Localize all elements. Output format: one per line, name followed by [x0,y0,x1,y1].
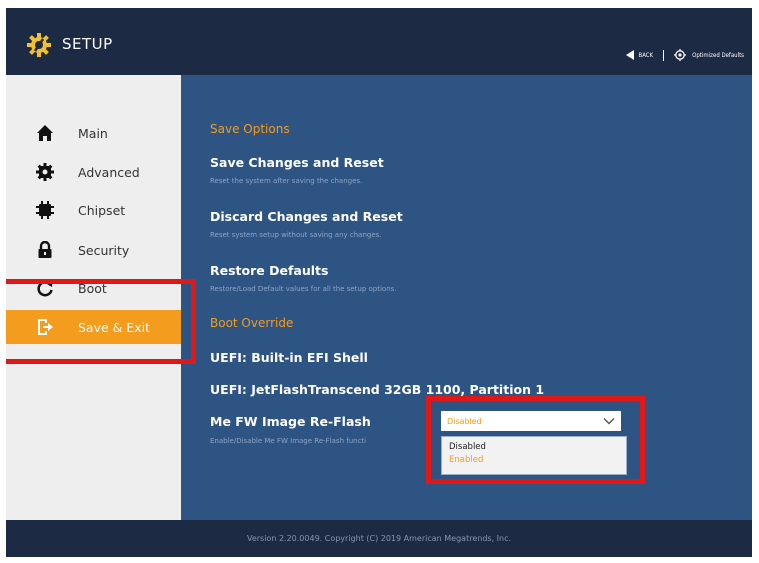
header-divider [663,49,665,61]
dropdown-highlight-box [426,396,645,484]
me-fw-reflash-desc: Enable/Disable Me FW Image Re-Flash func… [210,437,367,445]
boot-option-efi-shell[interactable]: UEFI: Built-in EFI Shell [210,350,368,365]
header-actions: BACK Optimized Defaults [625,48,744,62]
sidebar-item-label: Main [78,125,108,141]
sidebar-highlight-box [6,279,196,364]
sidebar-item-security[interactable]: Security [6,233,181,267]
gear-icon [35,162,55,182]
save-changes-reset-desc: Reset the system after saving the change… [210,177,363,185]
restore-defaults-desc: Restore/Load Default values for all the … [210,285,397,293]
header-bar: SETUP BACK Optimized Defaults [6,8,752,75]
lock-icon [35,240,55,260]
sidebar-item-label: Security [78,242,130,258]
chip-icon [35,200,55,220]
sidebar-item-label: Advanced [78,164,140,180]
sidebar-item-chipset[interactable]: Chipset [6,193,181,227]
discard-changes-reset-desc: Reset system setup without saving any ch… [210,231,382,239]
boot-override-heading: Boot Override [210,316,294,330]
save-changes-reset-option[interactable]: Save Changes and Reset [210,155,384,170]
target-icon[interactable] [674,49,687,61]
back-button[interactable]: BACK [639,52,654,59]
restore-defaults-option[interactable]: Restore Defaults [210,263,328,278]
boot-option-jetflash[interactable]: UEFI: JetFlashTranscend 32GB 1100, Parti… [210,382,544,397]
setup-gear-icon [27,33,51,57]
sidebar-item-main[interactable]: Main [6,116,181,150]
me-fw-reflash-label: Me FW Image Re-Flash [210,414,371,429]
bios-setup-window: SETUP BACK Optimized Defaults Main Advan… [6,8,752,557]
sidebar-item-advanced[interactable]: Advanced [6,155,181,189]
app-title: SETUP [62,35,113,53]
sidebar-item-label: Chipset [78,202,126,218]
optimized-defaults-button[interactable]: Optimized Defaults [692,52,744,59]
save-options-heading: Save Options [210,122,290,136]
discard-changes-reset-option[interactable]: Discard Changes and Reset [210,209,403,224]
back-arrow-icon[interactable] [625,50,634,60]
home-icon [35,123,55,143]
version-copyright-text: Version 2.20.0049. Copyright (C) 2019 Am… [246,534,512,543]
footer-bar: Version 2.20.0049. Copyright (C) 2019 Am… [6,520,752,557]
